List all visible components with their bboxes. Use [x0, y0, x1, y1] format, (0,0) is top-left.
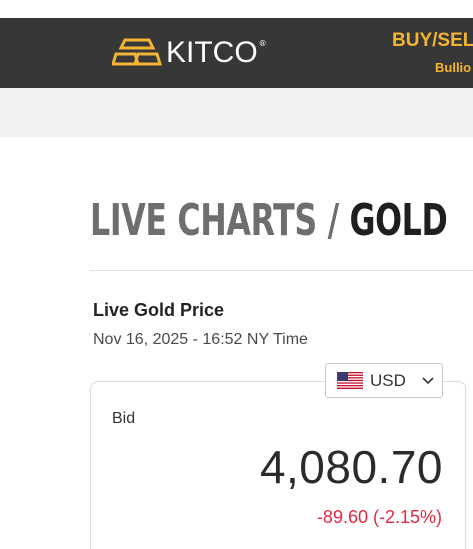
- price-change: -89.60 (-2.15%): [316, 507, 442, 527]
- title-live-charts: LIVE CHARTS: [90, 195, 317, 246]
- bid-label: Bid: [112, 410, 136, 427]
- buy-sell-link[interactable]: BUY/SEL: [392, 30, 473, 52]
- title-gold: GOLD: [349, 195, 448, 246]
- bid-price: 4,080.70: [259, 441, 443, 493]
- top-header: KITCO ® BUY/SEL Bullio: [0, 18, 473, 88]
- page: KITCO ® BUY/SEL Bullio LIVE CHARTS / GOL…: [0, 0, 473, 549]
- chevron-down-icon: [422, 376, 434, 384]
- gold-bars-icon: [112, 38, 162, 66]
- price-timestamp: Nov 16, 2025 - 16:52 NY Time: [93, 331, 308, 348]
- page-title: LIVE CHARTS / GOLD: [90, 191, 448, 251]
- title-divider: [90, 270, 473, 271]
- currency-label: USD: [370, 370, 406, 390]
- bullion-link[interactable]: Bullio: [435, 60, 471, 75]
- us-flag-icon: [337, 372, 363, 389]
- live-price-label: Live Gold Price: [93, 300, 225, 320]
- registered-mark: ®: [258, 38, 267, 48]
- sub-navigation-bar: [0, 88, 473, 137]
- logo-text: KITCO: [166, 36, 258, 69]
- currency-selector[interactable]: USD: [325, 363, 443, 398]
- kitco-logo[interactable]: KITCO ®: [112, 38, 267, 68]
- title-separator: /: [327, 195, 340, 246]
